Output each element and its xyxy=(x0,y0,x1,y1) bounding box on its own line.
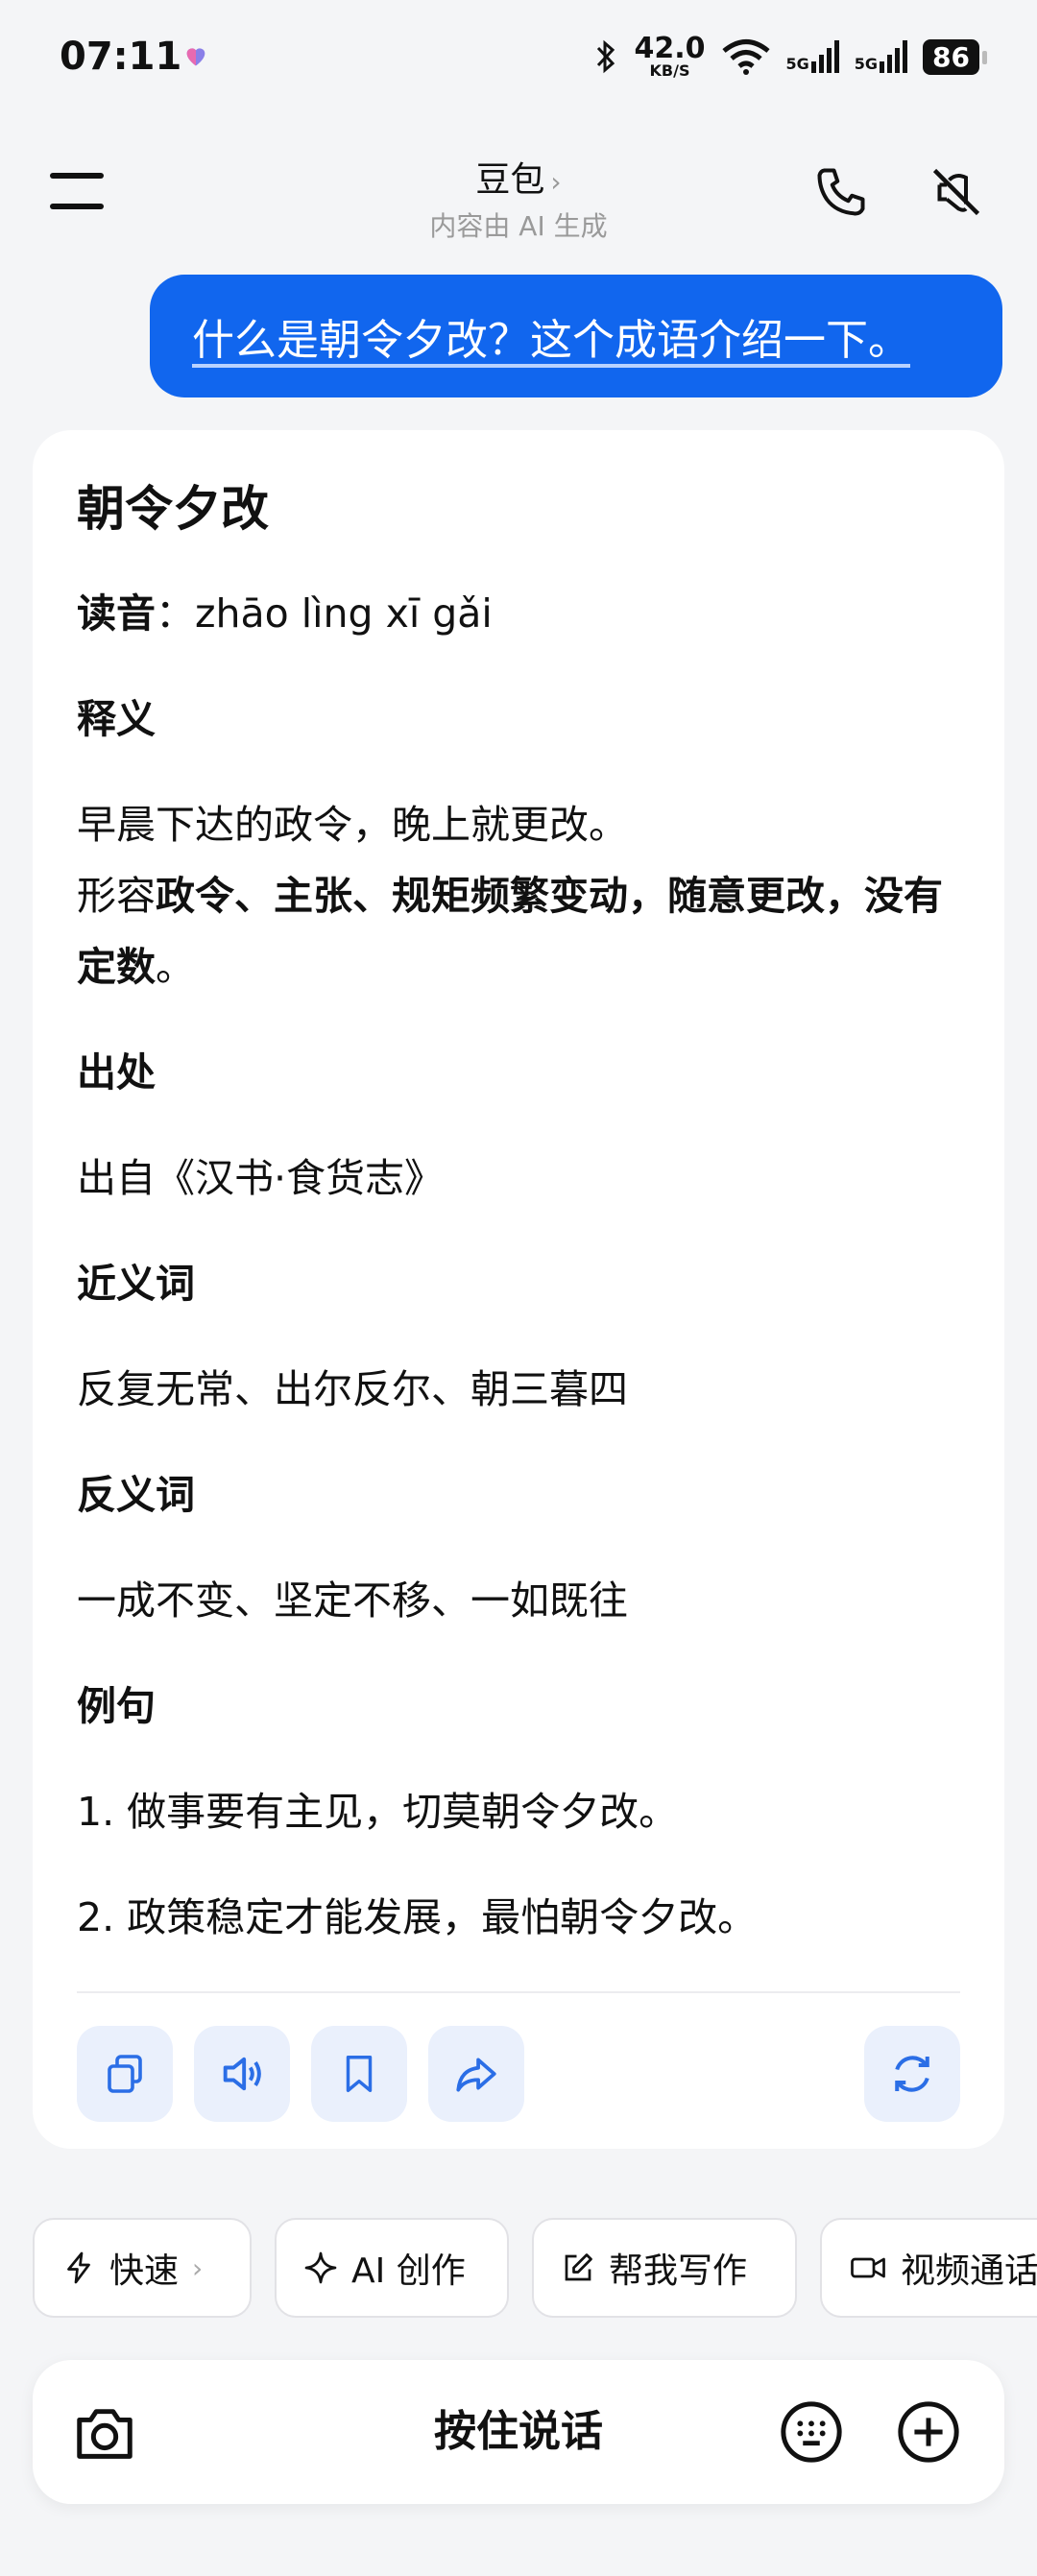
network-speed: 42.0 KB/S xyxy=(634,32,706,80)
signal-icon: 5G xyxy=(786,40,839,73)
quick-chips: 快速 › AI 创作 帮我写作 视频通话 xyxy=(33,2218,1037,2318)
answer-title: 朝令夕改 xyxy=(77,481,269,537)
keyboard-icon[interactable] xyxy=(778,2398,845,2466)
bot-name: 豆包 xyxy=(475,160,545,200)
hold-to-talk-button[interactable]: 按住说话 xyxy=(33,2360,1004,2504)
status-time: 07:11 xyxy=(60,35,182,79)
example-2: 2. 政策稳定才能发展，最怕朝令夕改。 xyxy=(77,1894,758,1940)
copy-button[interactable] xyxy=(77,2026,173,2122)
signal-icon-2: 5G xyxy=(855,40,908,73)
answer-card: 朝令夕改 读音：zhāo lìng xī gǎi 释义 早晨下达的政令，晚上就更… xyxy=(33,430,1004,2149)
share-button[interactable] xyxy=(428,2026,524,2122)
example-1: 1. 做事要有主见，切莫朝令夕改。 xyxy=(77,1789,679,1835)
synonyms-text: 反复无常、出尔反尔、朝三暮四 xyxy=(77,1366,628,1412)
speaker-icon xyxy=(223,2057,261,2091)
sparkle-icon xyxy=(304,2251,337,2284)
share-icon xyxy=(456,2058,496,2092)
copy-icon xyxy=(108,2055,142,2093)
edit-icon xyxy=(565,2253,592,2281)
chat-header: 豆包 › 内容由 AI 生成 xyxy=(0,134,1037,250)
meaning-text: 早晨下达的政令，晚上就更改。 形容政令、主张、规矩频繁变动，随意更改，没有定数。 xyxy=(77,802,943,990)
ai-disclaimer: 内容由 AI 生成 xyxy=(429,210,608,242)
battery-indicator: 86 xyxy=(923,38,987,75)
chevron-right-icon: › xyxy=(192,2251,204,2284)
chevron-right-icon: › xyxy=(550,166,562,198)
input-bar: 按住说话 xyxy=(33,2360,1004,2504)
wifi-icon xyxy=(721,39,770,75)
bluetooth-icon xyxy=(597,39,615,74)
speaker-muted-icon[interactable] xyxy=(928,163,985,221)
chip-fast[interactable]: 快速 › xyxy=(33,2218,252,2318)
source-heading: 出处 xyxy=(77,1049,156,1095)
bookmark-icon xyxy=(346,2056,373,2092)
read-aloud-button[interactable] xyxy=(194,2026,290,2122)
antonyms-text: 一成不变、坚定不移、一如既往 xyxy=(77,1577,628,1624)
chip-ai-create[interactable]: AI 创作 xyxy=(275,2218,509,2318)
lightning-icon xyxy=(67,2251,90,2284)
chat-title[interactable]: 豆包 › 内容由 AI 生成 xyxy=(0,152,1037,244)
bookmark-button[interactable] xyxy=(311,2026,407,2122)
antonyms-heading: 反义词 xyxy=(77,1472,195,1518)
user-message-text: 什么是朝令夕改？这个成语介绍一下。 xyxy=(192,316,910,365)
answer-actions xyxy=(77,2026,960,2122)
regenerate-icon xyxy=(895,2056,929,2092)
regenerate-button[interactable] xyxy=(864,2026,960,2122)
phone-icon[interactable] xyxy=(812,163,870,221)
examples-heading: 例句 xyxy=(77,1683,156,1729)
card-divider xyxy=(77,1991,960,1993)
synonyms-heading: 近义词 xyxy=(77,1261,195,1307)
heart-icon xyxy=(186,48,205,66)
chip-video-call[interactable]: 视频通话 xyxy=(820,2218,1037,2318)
chip-write[interactable]: 帮我写作 xyxy=(532,2218,797,2318)
pronunciation: 读音：zhāo lìng xī gǎi xyxy=(77,590,493,637)
user-message-bubble[interactable]: 什么是朝令夕改？这个成语介绍一下。 xyxy=(150,275,1002,397)
source-text: 出自《汉书·食货志》 xyxy=(77,1155,445,1201)
video-camera-icon xyxy=(851,2257,885,2278)
plus-icon[interactable] xyxy=(895,2398,962,2466)
status-bar: 07:11 42.0 KB/S 5G 5G 86 xyxy=(0,0,1037,125)
meaning-heading: 释义 xyxy=(77,696,156,742)
